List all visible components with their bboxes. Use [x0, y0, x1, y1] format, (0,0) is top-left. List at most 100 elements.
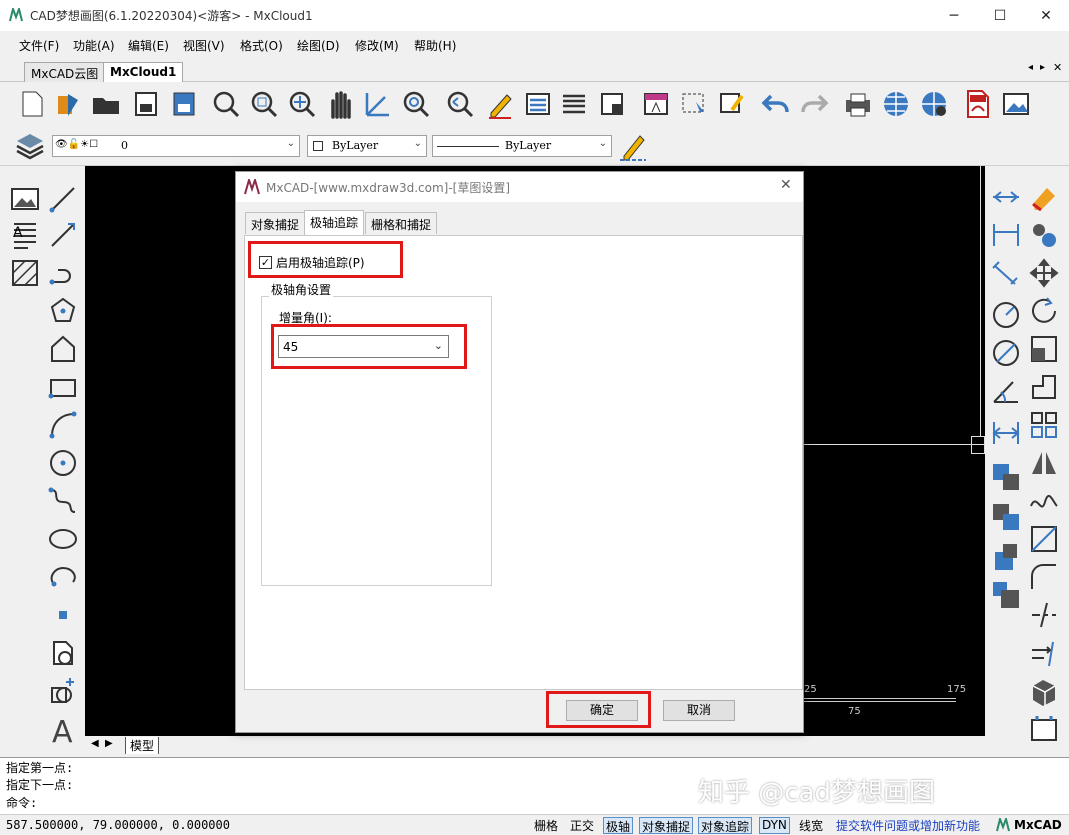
spline-icon[interactable]	[46, 484, 80, 518]
layout-prev-icon[interactable]: ◀	[91, 738, 99, 749]
checkbox-checked-icon[interactable]: ✓	[259, 256, 272, 269]
block-icon[interactable]	[596, 88, 628, 120]
pdf-export-icon[interactable]	[962, 88, 994, 120]
trim-icon[interactable]	[1027, 598, 1061, 632]
dyn-toggle[interactable]: DYN	[759, 817, 790, 834]
linetype-combo[interactable]: ByLayer ⌄	[432, 135, 612, 157]
ok-button[interactable]: 确定	[566, 700, 638, 721]
insert-image-icon[interactable]	[8, 182, 42, 216]
polygon-icon[interactable]	[46, 294, 80, 328]
color-combo[interactable]: ByLayer ⌄	[307, 135, 427, 157]
maximize-button[interactable]: ☐	[977, 0, 1023, 31]
circle-icon[interactable]	[46, 446, 80, 480]
menu-function[interactable]: 功能(A)	[73, 37, 115, 54]
save-as-icon[interactable]	[168, 88, 200, 120]
command-area[interactable]: 指定第一点: 指定下一点: 命令: 知乎 @cad梦想画图	[0, 757, 1069, 814]
tab-scroll-right-icon[interactable]: ▸	[1040, 62, 1045, 73]
minimize-button[interactable]: ─	[931, 0, 977, 31]
menu-format[interactable]: 格式(O)	[240, 37, 283, 54]
copy-icon[interactable]	[1027, 218, 1061, 252]
tab-scroll-left-icon[interactable]: ◂	[1028, 62, 1033, 73]
redo-icon[interactable]	[798, 88, 830, 120]
web-globe-icon[interactable]	[880, 88, 912, 120]
lineweight-toggle[interactable]: 线宽	[797, 817, 825, 834]
print-icon[interactable]	[842, 88, 874, 120]
zoom-window-icon[interactable]	[248, 88, 280, 120]
3d-box-icon[interactable]	[1027, 674, 1061, 708]
new-file-icon[interactable]	[16, 88, 48, 120]
ortho-toggle[interactable]: 正交	[568, 817, 596, 834]
pentagon-icon[interactable]	[46, 332, 80, 366]
text-style-icon[interactable]	[640, 88, 672, 120]
cancel-button[interactable]: 取消	[663, 700, 735, 721]
increment-angle-select[interactable]: 45 ⌄	[278, 335, 449, 358]
fillet-icon[interactable]	[1027, 560, 1061, 594]
dim-continue-icon[interactable]	[989, 180, 1023, 214]
web-settings-icon[interactable]	[918, 88, 950, 120]
line-icon[interactable]	[46, 182, 80, 216]
dialog-close-icon[interactable]: ✕	[780, 177, 792, 193]
arc-icon[interactable]	[46, 408, 80, 442]
tab-grid-snap[interactable]: 栅格和捕捉	[365, 212, 438, 234]
enable-polar-checkbox[interactable]: ✓ 启用极轴追踪(P)	[259, 254, 365, 271]
array-icon[interactable]	[1027, 408, 1061, 442]
scale-icon[interactable]	[1027, 332, 1061, 366]
menu-draw[interactable]: 绘图(D)	[297, 37, 340, 54]
layer-manager-icon[interactable]	[522, 88, 554, 120]
wave-break-icon[interactable]	[1027, 484, 1061, 518]
move-icon[interactable]	[1027, 256, 1061, 290]
layout-next-icon[interactable]: ▶	[105, 738, 113, 749]
ray-icon[interactable]	[46, 218, 80, 252]
menu-file[interactable]: 文件(F)	[19, 37, 59, 54]
chamfer-icon[interactable]	[1027, 522, 1061, 556]
make-block-icon[interactable]	[46, 674, 80, 708]
pencil-icon[interactable]	[484, 88, 516, 120]
match-prop-icon[interactable]	[716, 88, 748, 120]
layer-combo[interactable]: 👁🔓☀☐ 0 ⌄	[52, 135, 300, 157]
feedback-link[interactable]: 提交软件问题或增加新功能	[834, 817, 982, 834]
tab-mxcad-cloud[interactable]: MxCAD云图	[24, 62, 106, 82]
explode-icon[interactable]	[1027, 712, 1061, 746]
dim-radius-icon[interactable]	[989, 298, 1023, 332]
dim-linear-icon[interactable]	[989, 218, 1023, 252]
zoom-back-icon[interactable]	[444, 88, 476, 120]
close-button[interactable]: ✕	[1023, 0, 1069, 31]
layers-stack-icon[interactable]	[14, 130, 46, 162]
draw-order-below-icon[interactable]	[989, 578, 1023, 612]
text-icon[interactable]: A	[46, 712, 80, 746]
open-folder-icon[interactable]	[90, 88, 122, 120]
menu-modify[interactable]: 修改(M)	[355, 37, 399, 54]
tab-polar-tracking[interactable]: 极轴追踪	[304, 210, 365, 235]
linetype-icon[interactable]	[558, 88, 590, 120]
layout-tab-model[interactable]: 模型	[125, 737, 160, 754]
multiline-text-icon[interactable]: A	[8, 218, 42, 252]
tab-mxcloud1[interactable]: MxCloud1	[103, 62, 184, 82]
point-icon[interactable]	[46, 598, 80, 632]
eraser-icon[interactable]	[1027, 180, 1061, 214]
pan-hand-icon[interactable]	[324, 88, 356, 120]
ellipse-arc-icon[interactable]	[46, 560, 80, 594]
menu-edit[interactable]: 编辑(E)	[128, 37, 169, 54]
dim-diameter-icon[interactable]	[989, 336, 1023, 370]
draw-order-above-icon[interactable]	[989, 540, 1023, 574]
bring-front-icon[interactable]	[989, 460, 1023, 494]
save-icon[interactable]	[130, 88, 162, 120]
hatch-icon[interactable]	[8, 256, 42, 290]
open-cloud-icon[interactable]	[52, 88, 84, 120]
polyline-icon[interactable]	[46, 256, 80, 290]
dim-angular-icon[interactable]	[989, 374, 1023, 408]
extend-icon[interactable]	[1027, 636, 1061, 670]
zoom-extents-icon[interactable]	[286, 88, 318, 120]
otrack-toggle[interactable]: 对象追踪	[698, 817, 753, 834]
image-export-icon[interactable]	[1000, 88, 1032, 120]
stretch-icon[interactable]	[1027, 370, 1061, 404]
ucs-axis-icon[interactable]	[362, 88, 394, 120]
tab-close-icon[interactable]: ✕	[1053, 61, 1062, 74]
zoom-realtime-icon[interactable]	[210, 88, 242, 120]
polar-toggle[interactable]: 极轴	[603, 817, 634, 834]
dim-aligned-icon[interactable]	[989, 256, 1023, 290]
dim-baseline-icon[interactable]	[989, 416, 1023, 450]
rotate-icon[interactable]	[1027, 294, 1061, 328]
select-icon[interactable]	[678, 88, 710, 120]
tab-object-snap[interactable]: 对象捕捉	[245, 212, 306, 234]
